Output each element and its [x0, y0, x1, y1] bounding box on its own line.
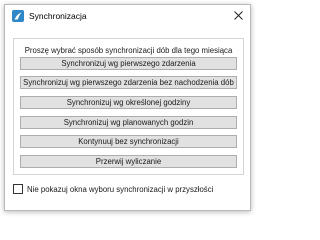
- dont-show-again-label[interactable]: Nie pokazuj okna wyboru synchronizacji w…: [27, 185, 213, 194]
- app-logo-icon: [12, 10, 24, 22]
- dont-show-again-checkbox[interactable]: [13, 184, 23, 194]
- abort-calculation-button[interactable]: Przerwij wyliczanie: [20, 155, 237, 168]
- sync-planned-hours-button[interactable]: Synchronizuj wg planowanych godzin: [20, 116, 237, 129]
- close-button[interactable]: [226, 5, 250, 25]
- title-bar: Synchronizacja: [5, 5, 250, 27]
- prompt-text: Proszę wybrać sposób synchronizacji dób …: [24, 46, 233, 55]
- options-panel: Proszę wybrać sposób synchronizacji dób …: [13, 38, 244, 175]
- continue-without-sync-button[interactable]: Kontynuuj bez synchronizacji: [20, 135, 237, 148]
- sync-specific-hour-button[interactable]: Synchronizuj wg określonej godziny: [20, 96, 237, 109]
- dont-show-again-row[interactable]: Nie pokazuj okna wyboru synchronizacji w…: [13, 184, 213, 194]
- synchronization-dialog: Synchronizacja Proszę wybrać sposób sync…: [4, 4, 251, 211]
- sync-first-event-button[interactable]: Synchronizuj wg pierwszego zdarzenia: [20, 57, 237, 70]
- window-title: Synchronizacja: [29, 11, 87, 21]
- close-icon: [233, 10, 243, 20]
- sync-first-event-no-overlap-button[interactable]: Synchronizuj wg pierwszego zdarzenia bez…: [20, 76, 237, 89]
